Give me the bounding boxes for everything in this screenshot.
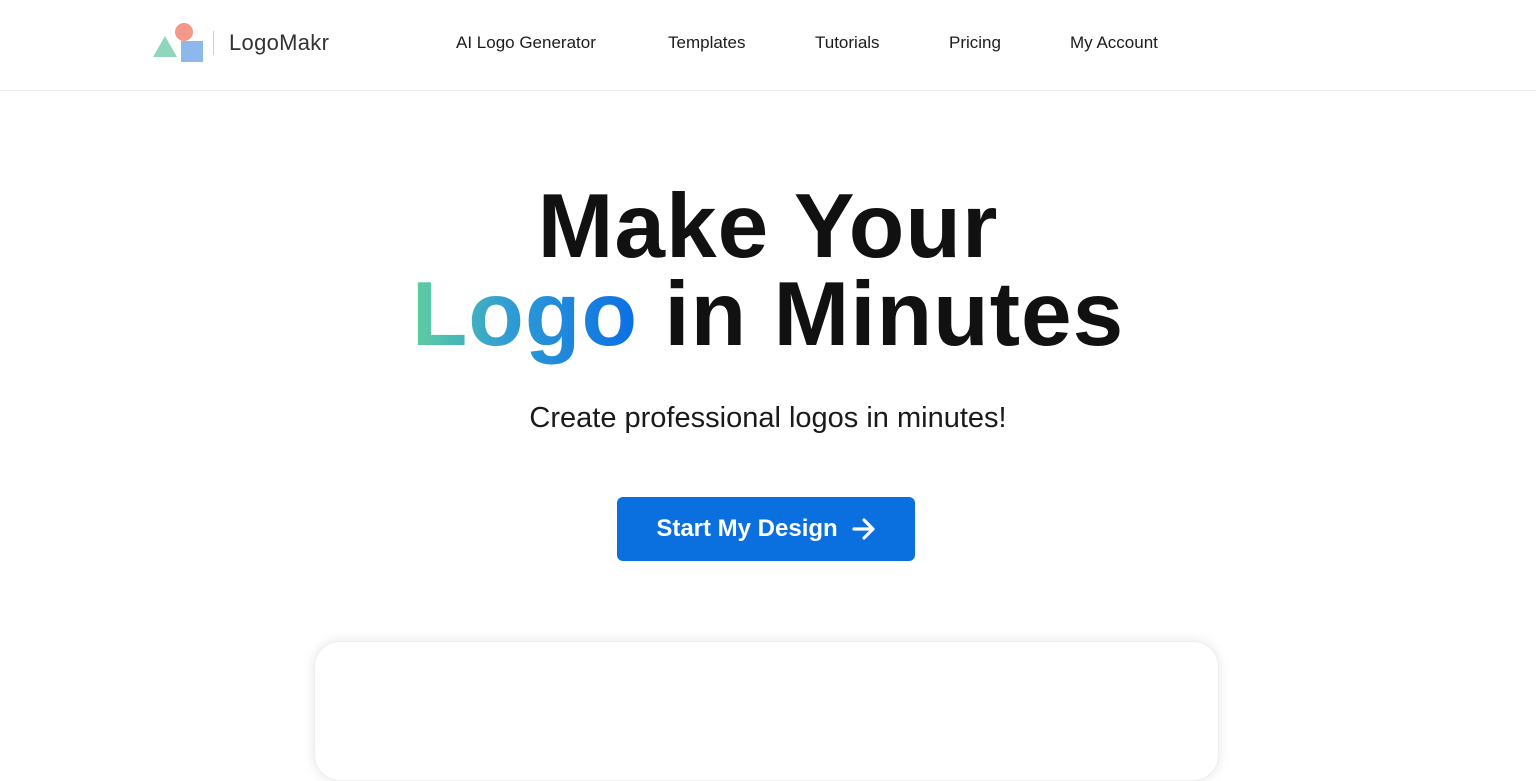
hero-title-line-1: Make Your	[537, 176, 999, 277]
arrow-right-icon	[852, 518, 876, 540]
hero-title-highlight: Logo	[411, 264, 639, 365]
site-header: LogoMakr AI Logo Generator Templates Tut…	[0, 0, 1536, 91]
nav-item-my-account[interactable]: My Account	[1070, 33, 1158, 53]
hero-subtitle: Create professional logos in minutes!	[529, 402, 1007, 434]
hero-title-line-2: Logo in Minutes	[0, 269, 1536, 360]
logomakr-logo-mark	[153, 22, 203, 64]
logo-circle-shape	[175, 23, 193, 41]
start-my-design-button[interactable]: Start My Design	[617, 497, 915, 561]
logo-square-shape	[181, 41, 203, 62]
preview-card	[314, 641, 1219, 781]
nav-item-ai-logo-generator[interactable]: AI Logo Generator	[456, 33, 596, 53]
brand-name: LogoMakr	[229, 30, 330, 55]
hero-title-line-2-rest: in Minutes	[638, 264, 1125, 365]
nav-item-pricing[interactable]: Pricing	[949, 33, 1001, 53]
nav-item-templates[interactable]: Templates	[668, 33, 745, 53]
start-my-design-label: Start My Design	[656, 515, 838, 542]
brand-divider	[213, 31, 214, 55]
nav-item-tutorials[interactable]: Tutorials	[815, 33, 880, 53]
logo-triangle-shape	[153, 36, 177, 57]
hero-title: Make Your Logo in Minutes	[0, 176, 1536, 360]
brand-logo-link[interactable]: LogoMakr	[153, 22, 329, 64]
